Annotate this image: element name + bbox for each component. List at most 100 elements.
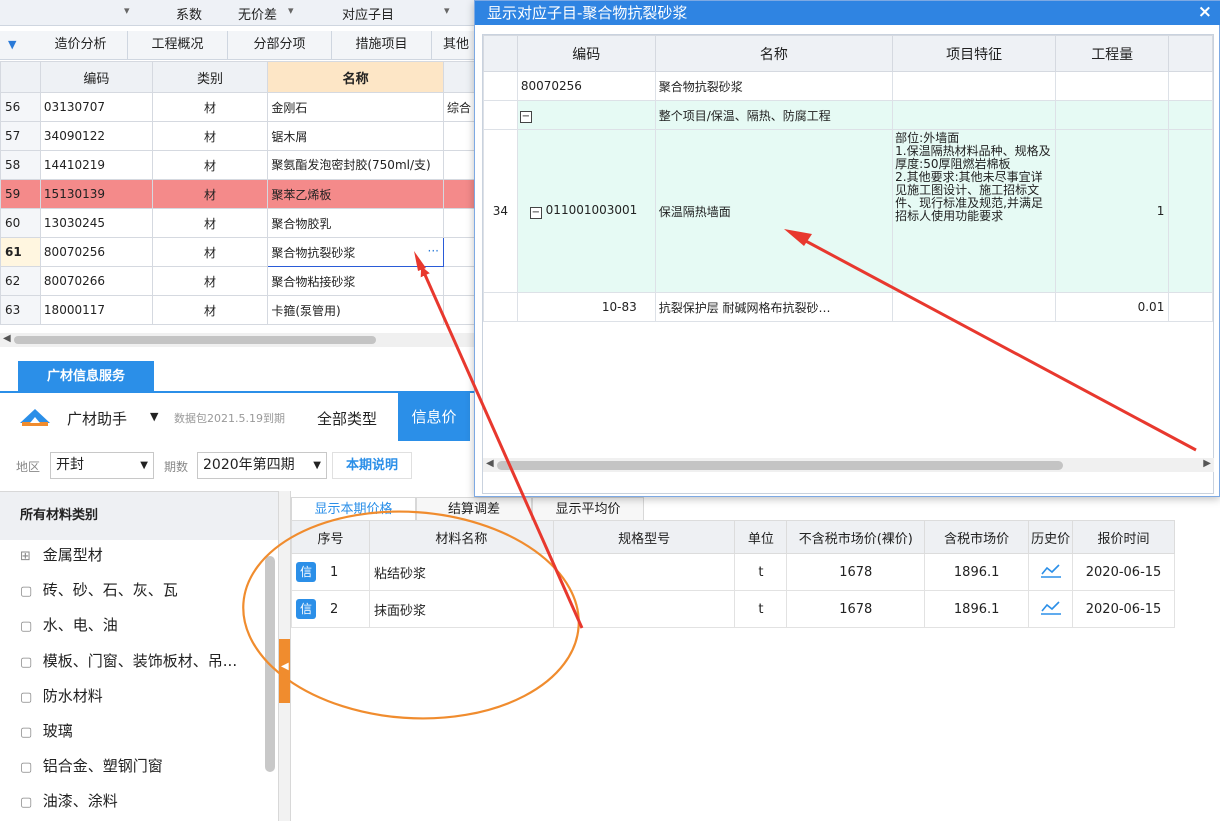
category-item[interactable]: ▢ 玻璃 <box>20 720 73 741</box>
type-header[interactable]: 类别 <box>151 61 269 93</box>
qty-cell[interactable]: 1 <box>1055 129 1170 293</box>
history-price-cell[interactable] <box>1028 553 1074 591</box>
name-cell[interactable]: 聚氨酯发泡密封胶(750ml/支) <box>267 150 444 180</box>
scroll-left-arrow-icon[interactable]: ◀ <box>486 458 494 469</box>
qty-cell[interactable] <box>1055 71 1170 101</box>
period-description-button[interactable]: 本期说明 <box>332 452 412 479</box>
type-cell[interactable]: 材 <box>151 121 269 151</box>
price-ex-tax-cell[interactable]: 1678 <box>786 553 926 591</box>
name-header[interactable]: 名称 <box>267 61 444 93</box>
unit-cell[interactable]: t <box>734 553 788 591</box>
tab-sub-items[interactable]: 分部分项 <box>228 31 332 59</box>
all-types-button[interactable]: 全部类型 <box>317 408 377 429</box>
name-cell[interactable]: 保温隔热墙面 <box>654 129 894 293</box>
guangcai-info-tab[interactable]: 广材信息服务 <box>18 361 154 392</box>
trend-chart-icon[interactable] <box>1040 562 1062 578</box>
feature-cell[interactable] <box>892 71 1057 101</box>
type-cell[interactable]: 材 <box>151 237 269 267</box>
tab-other[interactable]: 其他 <box>432 31 480 59</box>
no-price-diff-button[interactable]: 无价差 <box>238 4 277 23</box>
history-price-cell[interactable] <box>1028 590 1074 628</box>
scroll-left-arrow-icon[interactable]: ◀ <box>3 333 11 344</box>
code-cell[interactable]: 80070256 <box>39 237 153 267</box>
tab-cost-analysis[interactable]: 造价分析 <box>34 31 128 59</box>
code-cell[interactable]: − 011001003001 <box>516 129 656 293</box>
unit-cell[interactable]: t <box>734 590 788 628</box>
code-cell[interactable]: 15130139 <box>39 179 153 209</box>
type-cell[interactable]: 材 <box>151 266 269 296</box>
table-row-selected[interactable]: 61 80070256 材 聚合物抗裂砂浆 ··· <box>0 237 480 267</box>
table-row[interactable]: 58 14410219 材 聚氨酯发泡密封胶(750ml/支) <box>0 150 480 180</box>
category-item[interactable]: ▢ 水、电、油 <box>20 614 118 635</box>
material-name-cell[interactable]: 抹面砂浆 <box>368 590 554 628</box>
period-select[interactable]: 2020年第四期 ▼ <box>197 452 327 479</box>
dialog-horizontal-scrollbar[interactable]: ◀ ▶ <box>483 458 1214 472</box>
horizontal-scrollbar[interactable]: ◀ <box>0 333 480 347</box>
dialog-titlebar[interactable]: 显示对应子目-聚合物抗裂砂浆 × <box>475 1 1220 25</box>
material-name-cell[interactable]: 粘结砂浆 <box>368 553 554 591</box>
collapse-minus-icon[interactable]: − <box>519 111 532 123</box>
category-item[interactable]: ⊞ 金属型材 <box>20 544 103 565</box>
expand-plus-icon[interactable]: ⊞ <box>20 549 38 564</box>
name-cell[interactable]: 金刚石 <box>267 92 444 122</box>
dialog-feature-header[interactable]: 项目特征 <box>892 35 1057 72</box>
scrollbar-thumb[interactable] <box>497 461 1063 470</box>
type-cell[interactable]: 材 <box>151 295 269 325</box>
close-icon[interactable]: × <box>1198 0 1212 24</box>
category-item[interactable]: ▢ 油漆、涂料 <box>20 790 118 811</box>
price-in-tax-cell[interactable]: 1896.1 <box>924 590 1030 628</box>
table-row[interactable]: 63 18000117 材 卡箍(泵管用) <box>0 295 480 325</box>
name-cell[interactable]: 聚合物胶乳 <box>267 208 444 238</box>
table-row[interactable]: 10-83 抗裂保护层 耐碱网格布抗裂砂… 0.01 <box>483 292 1213 322</box>
name-cell[interactable]: 整个项目/保温、隔热、防腐工程 <box>654 100 894 130</box>
show-sub-item-button[interactable]: 对应子目 <box>342 4 394 23</box>
dialog-name-header[interactable]: 名称 <box>654 35 894 72</box>
col-index[interactable]: 序号 <box>291 520 370 554</box>
name-cell[interactable]: 锯木屑 <box>267 121 444 151</box>
table-row-highlighted[interactable]: 59 15130139 材 聚苯乙烯板 <box>0 179 480 209</box>
price-ex-tax-cell[interactable]: 1678 <box>786 590 926 628</box>
collapse-minus-icon[interactable]: − <box>529 207 542 219</box>
table-row[interactable]: 60 13030245 材 聚合物胶乳 <box>0 208 480 238</box>
code-cell[interactable]: 18000117 <box>39 295 153 325</box>
scroll-right-arrow-icon[interactable]: ▶ <box>1203 458 1211 469</box>
price-row[interactable]: 信2 抹面砂浆 t 1678 1896.1 2020-06-15 <box>291 590 1220 628</box>
col-quote-time[interactable]: 报价时间 <box>1072 520 1176 554</box>
feature-cell[interactable] <box>892 292 1057 322</box>
category-item[interactable]: ▢ 铝合金、塑钢门窗 <box>20 755 163 776</box>
dropdown-arrow-icon[interactable]: ▾ <box>124 4 130 17</box>
info-price-button[interactable]: 信息价 <box>398 393 470 441</box>
scrollbar-thumb[interactable] <box>14 336 376 344</box>
tab-project-overview[interactable]: 工程概况 <box>128 31 228 59</box>
dialog-code-header[interactable]: 编码 <box>516 35 656 72</box>
code-cell[interactable]: 34090122 <box>39 121 153 151</box>
dropdown-arrow-icon[interactable]: ▾ <box>444 4 450 17</box>
tab-settlement-adjust[interactable]: 结算调差 <box>416 497 532 520</box>
trend-chart-icon[interactable] <box>1040 599 1062 615</box>
table-row-item[interactable]: 34 − 011001003001 保温隔热墙面 部位:外墙面 1.保温隔热材料… <box>483 129 1213 293</box>
name-cell[interactable]: 卡箍(泵管用) <box>267 295 444 325</box>
code-cell[interactable]: 80070266 <box>39 266 153 296</box>
name-cell[interactable]: 抗裂保护层 耐碱网格布抗裂砂… <box>654 292 894 322</box>
name-cell[interactable]: 聚合物粘接砂浆 <box>267 266 444 296</box>
feature-cell[interactable]: 部位:外墙面 1.保温隔热材料品种、规格及厚度:50厚阻燃岩棉板 2.其他要求:… <box>892 129 1057 293</box>
vertical-scrollbar[interactable] <box>265 556 275 772</box>
col-unit[interactable]: 单位 <box>734 520 788 554</box>
dialog-qty-header[interactable]: 工程量 <box>1055 35 1170 72</box>
code-header[interactable]: 编码 <box>39 61 153 93</box>
region-select[interactable]: 开封 ▼ <box>50 452 154 479</box>
tab-current-price[interactable]: 显示本期价格 <box>291 497 416 520</box>
table-row-group[interactable]: − 整个项目/保温、隔热、防腐工程 <box>483 100 1213 130</box>
name-cell[interactable]: 聚合物抗裂砂浆 <box>654 71 894 101</box>
quote-time-cell[interactable]: 2020-06-15 <box>1072 590 1176 628</box>
table-row[interactable]: 62 80070266 材 聚合物粘接砂浆 <box>0 266 480 296</box>
chevron-down-icon[interactable]: ▼ <box>150 410 158 423</box>
type-cell[interactable]: 材 <box>151 179 269 209</box>
code-cell[interactable]: 10-83 <box>516 292 656 322</box>
name-cell[interactable]: 聚苯乙烯板 <box>267 179 444 209</box>
collapse-handle[interactable]: ◀ <box>279 639 290 703</box>
type-cell[interactable]: 材 <box>151 208 269 238</box>
panel-splitter[interactable]: ◀ <box>278 491 291 821</box>
code-cell[interactable]: 80070256 <box>516 71 656 101</box>
dropdown-arrow-icon[interactable]: ▾ <box>288 4 294 17</box>
